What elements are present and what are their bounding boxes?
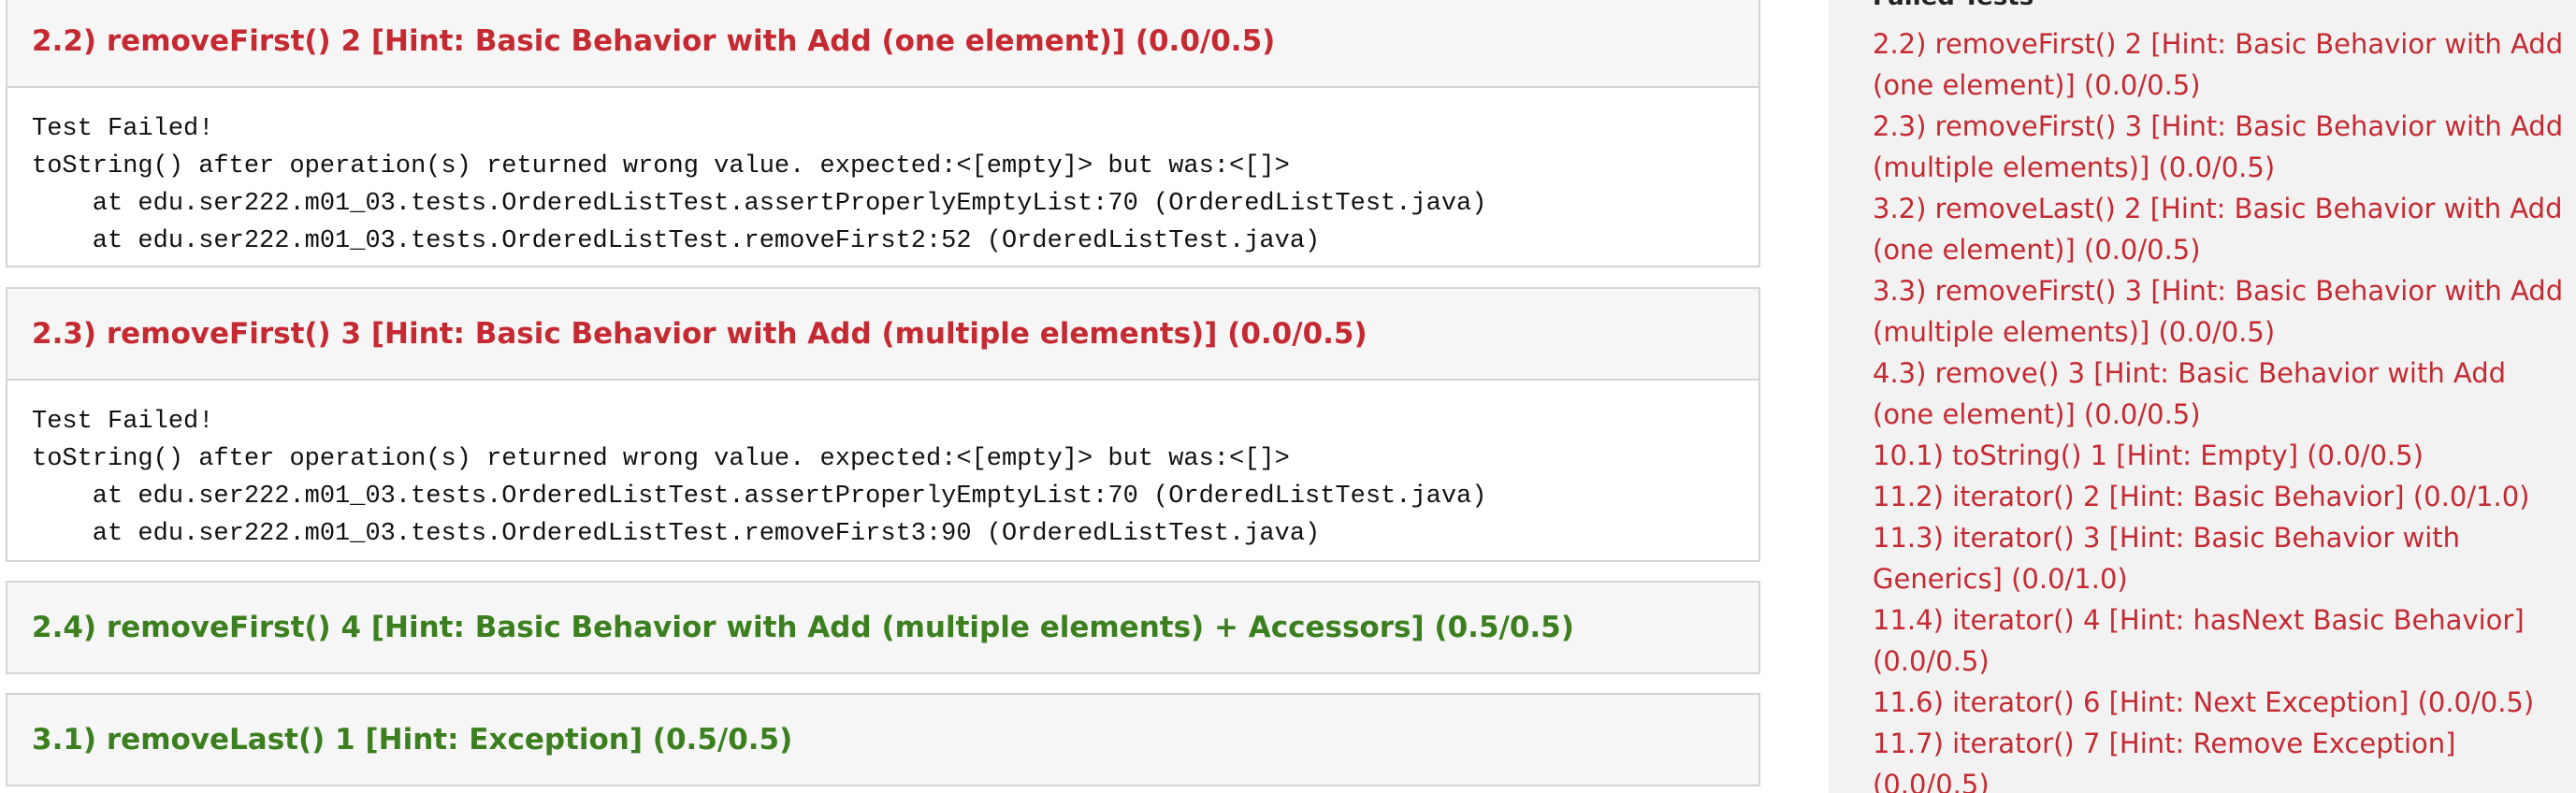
test-result-card: 3.1) removeLast() 1 [Hint: Exception] (0…	[6, 693, 1760, 786]
failed-test-link[interactable]: 10.1) toString() 1 [Hint: Empty] (0.0/0.…	[1873, 435, 2565, 476]
test-result-card: 2.4) removeFirst() 4 [Hint: Basic Behavi…	[6, 581, 1760, 674]
sidebar-title: Failed Tests	[1873, 0, 2033, 11]
test-title[interactable]: 2.3) removeFirst() 3 [Hint: Basic Behavi…	[7, 289, 1758, 379]
test-title[interactable]: 2.4) removeFirst() 4 [Hint: Basic Behavi…	[7, 583, 1758, 672]
test-title[interactable]: 3.1) removeLast() 1 [Hint: Exception] (0…	[7, 695, 1758, 785]
test-output: Test Failed! toString() after operation(…	[32, 115, 1487, 255]
test-result-card: 2.2) removeFirst() 2 [Hint: Basic Behavi…	[6, 0, 1760, 267]
test-title[interactable]: 2.2) removeFirst() 2 [Hint: Basic Behavi…	[7, 0, 1758, 86]
failed-test-link[interactable]: 3.3) removeFirst() 3 [Hint: Basic Behavi…	[1873, 270, 2565, 353]
failed-test-link[interactable]: 11.6) iterator() 6 [Hint: Next Exception…	[1873, 682, 2565, 723]
test-result-card: 2.3) removeFirst() 3 [Hint: Basic Behavi…	[6, 287, 1760, 562]
test-results-page: 2.2) removeFirst() 2 [Hint: Basic Behavi…	[0, 0, 2576, 793]
failed-test-link[interactable]: 11.3) iterator() 3 [Hint: Basic Behavior…	[1873, 517, 2565, 599]
failed-test-link[interactable]: 2.2) removeFirst() 2 [Hint: Basic Behavi…	[1873, 23, 2565, 106]
test-output: Test Failed! toString() after operation(…	[32, 408, 1487, 548]
failed-tests-sidebar: Failed Tests 2.2) removeFirst() 2 [Hint:…	[1829, 0, 2576, 793]
failed-test-link[interactable]: 2.3) removeFirst() 3 [Hint: Basic Behavi…	[1873, 106, 2565, 188]
failed-test-link[interactable]: 11.4) iterator() 4 [Hint: hasNext Basic …	[1873, 599, 2565, 682]
failed-test-link[interactable]: 3.2) removeLast() 2 [Hint: Basic Behavio…	[1873, 188, 2565, 270]
failed-test-link[interactable]: 4.3) remove() 3 [Hint: Basic Behavior wi…	[1873, 353, 2565, 435]
failed-test-link[interactable]: 11.2) iterator() 2 [Hint: Basic Behavior…	[1873, 476, 2565, 517]
failed-tests-list: 2.2) removeFirst() 2 [Hint: Basic Behavi…	[1873, 23, 2565, 793]
failed-test-link[interactable]: 11.7) iterator() 7 [Hint: Remove Excepti…	[1873, 723, 2565, 793]
